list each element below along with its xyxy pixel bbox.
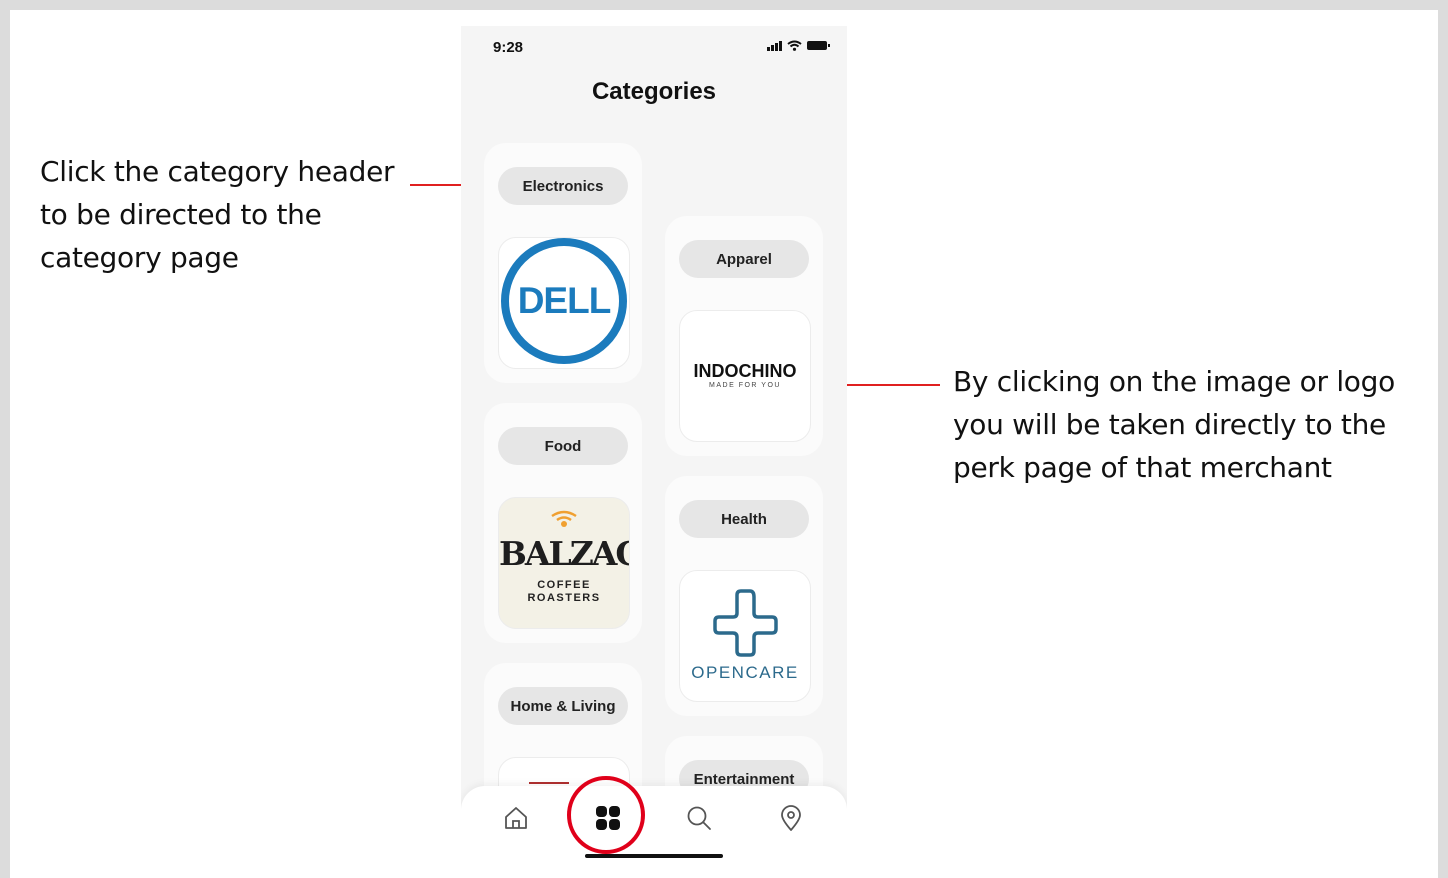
annotation-left-line: category page <box>40 241 239 274</box>
annotation-right-line: perk page of that merchant <box>953 451 1332 484</box>
battery-icon <box>807 41 830 50</box>
tab-home[interactable] <box>499 801 533 835</box>
highlight-circle-categories-tab <box>567 776 645 854</box>
tab-search[interactable] <box>682 801 716 835</box>
signal-icon <box>767 40 782 51</box>
category-header-home-living[interactable]: Home & Living <box>498 687 628 725</box>
category-card-food: Food BALZACS COFFEE ROASTERS <box>484 403 642 643</box>
annotation-left: Click the category header to be directed… <box>40 150 395 279</box>
merchant-logo-balzacs[interactable]: BALZACS COFFEE ROASTERS <box>498 497 630 629</box>
annotation-right-line: you will be taken directly to the <box>953 408 1386 441</box>
home-icon <box>505 807 527 829</box>
tab-location[interactable] <box>774 801 808 835</box>
annotation-left-line: to be directed to the <box>40 198 322 231</box>
tab-bar <box>461 786 847 878</box>
dell-logo-text: DELL <box>517 280 612 321</box>
page-title: Categories <box>591 78 717 105</box>
category-card-electronics: Electronics DELL <box>484 143 642 383</box>
location-pin-icon <box>781 805 801 831</box>
status-time: 9:28 <box>493 39 524 56</box>
opencare-logo-text: OPENCARE <box>691 663 799 682</box>
balzacs-tagline-line: COFFEE <box>537 579 591 591</box>
merchant-logo-opencare[interactable]: OPENCARE <box>679 570 811 702</box>
opencare-cross-icon <box>713 589 778 657</box>
wifi-icon <box>787 40 802 51</box>
merchant-logo-indochino[interactable]: INDOCHINO MADE FOR YOU <box>679 310 811 442</box>
merchant-logo-dell[interactable]: DELL <box>498 237 630 369</box>
category-header-electronics[interactable]: Electronics <box>498 167 628 205</box>
category-header-food[interactable]: Food <box>498 427 628 465</box>
balzacs-wifi-icon <box>551 510 577 527</box>
balzacs-logo-text: BALZACS <box>499 534 629 573</box>
category-header-apparel[interactable]: Apparel <box>679 240 809 278</box>
annotation-right: By clicking on the image or logo you wil… <box>953 360 1395 489</box>
status-icons <box>767 40 830 51</box>
partial-logo-mark <box>529 782 569 784</box>
balzacs-tagline-line: ROASTERS <box>527 592 601 604</box>
indochino-tagline: MADE FOR YOU <box>709 382 781 389</box>
category-card-apparel: Apparel INDOCHINO MADE FOR YOU <box>665 216 823 456</box>
balzacs-tagline: COFFEE ROASTERS <box>499 579 629 605</box>
category-card-health: Health OPENCARE <box>665 476 823 716</box>
search-icon <box>687 806 711 830</box>
annotation-left-line: Click the category header <box>40 155 395 188</box>
phone-screen: 9:28 Categories Electronics DELL Apparel… <box>461 26 847 878</box>
category-header-health[interactable]: Health <box>679 500 809 538</box>
annotation-right-line: By clicking on the image or logo <box>953 365 1395 398</box>
indochino-logo-text: INDOCHINO <box>693 361 797 381</box>
dell-logo-ring: DELL <box>501 238 627 364</box>
home-indicator <box>585 854 723 858</box>
